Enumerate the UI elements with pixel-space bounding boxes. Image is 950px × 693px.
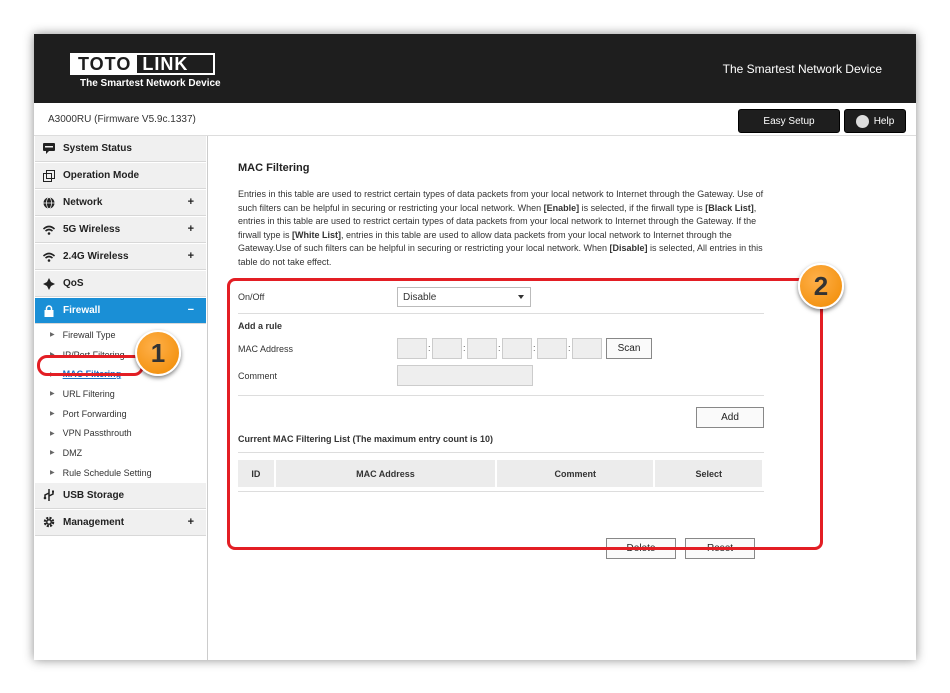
bullet-icon: ▶ <box>50 411 55 418</box>
page-description: Entries in this table are used to restri… <box>238 188 768 269</box>
sidebar-item-operation-mode[interactable]: Operation Mode <box>35 163 206 189</box>
bullet-icon: ▶ <box>50 391 55 398</box>
collapse-icon: − <box>187 304 194 316</box>
header-tagline: The Smartest Network Device <box>722 62 882 76</box>
sidebar-item-system-status[interactable]: System Status <box>35 136 206 162</box>
sidebar-item-5g-wireless[interactable]: 5G Wireless + <box>35 217 206 243</box>
sidebar-subitem-url-filtering[interactable]: ▶ URL Filtering <box>34 384 207 404</box>
description-segment: [Enable] <box>543 202 580 213</box>
sidebar-subitem-rule-schedule[interactable]: ▶ Rule Schedule Setting <box>34 463 207 483</box>
highlight-box-form <box>227 278 823 550</box>
sidebar-subitem-port-forwarding[interactable]: ▶ Port Forwarding <box>34 404 207 424</box>
description-segment: [Disable] <box>609 243 648 253</box>
expand-icon: + <box>187 515 194 528</box>
mode-icon <box>43 169 55 182</box>
logo-text-right: LINK <box>142 53 189 74</box>
help-button[interactable]: Help <box>844 109 906 133</box>
sidebar-item-firewall[interactable]: Firewall − <box>35 298 206 324</box>
router-admin-window: TOTO LINK The Smartest Network Device Th… <box>34 34 916 660</box>
description-segment: is selected, if the firwall type is <box>579 202 706 213</box>
logo-subtitle: The Smartest Network Device <box>80 78 221 89</box>
usb-icon <box>43 489 55 501</box>
sidebar-item-2-4g-wireless[interactable]: 2.4G Wireless + <box>35 244 206 270</box>
sidebar-item-usb-storage[interactable]: USB Storage <box>35 482 206 509</box>
chat-icon <box>43 143 55 155</box>
firmware-label: A3000RU (Firmware V5.9c.1337) <box>48 114 196 125</box>
help-icon <box>855 114 869 128</box>
highlight-pill-mac-filtering <box>37 355 144 376</box>
sidebar-subitem-vpn-passthrouth[interactable]: ▶ VPN Passthrouth <box>34 423 207 443</box>
globe-icon <box>43 196 55 209</box>
step-badge-2: 2 <box>798 263 844 309</box>
sidebar-subitem-firewall-type[interactable]: ▶ Firewall Type <box>34 325 207 345</box>
subheader-bar: A3000RU (Firmware V5.9c.1337) Easy Setup… <box>34 103 916 136</box>
totolink-logo: TOTO LINK The Smartest Network Device <box>70 53 221 89</box>
header-bar: TOTO LINK The Smartest Network Device Th… <box>34 34 916 103</box>
bullet-icon: ▶ <box>50 470 55 477</box>
sidebar: System Status Operation Mode Network + 5… <box>34 136 208 660</box>
description-segment: [Black List] <box>705 202 754 213</box>
qos-icon <box>43 277 55 290</box>
main-content: MAC Filtering Entries in this table are … <box>238 162 768 269</box>
expand-icon: + <box>187 250 194 262</box>
help-label: Help <box>873 115 895 127</box>
step-badge-1: 1 <box>135 330 181 376</box>
sidebar-item-network[interactable]: Network + <box>35 190 206 216</box>
wifi-icon <box>43 224 55 236</box>
page-title: MAC Filtering <box>238 162 310 174</box>
gear-icon <box>43 516 55 528</box>
expand-icon: + <box>187 196 194 208</box>
bullet-icon: ▶ <box>50 332 55 339</box>
wifi-icon <box>43 251 55 263</box>
lock-icon <box>43 304 55 317</box>
sidebar-subitem-dmz[interactable]: ▶ DMZ <box>34 443 207 463</box>
sidebar-item-management[interactable]: Management + <box>35 509 206 536</box>
bullet-icon: ▶ <box>50 450 55 457</box>
logo-text-left: TOTO <box>72 54 138 74</box>
bullet-icon: ▶ <box>50 430 55 437</box>
sidebar-item-qos[interactable]: QoS <box>35 271 206 297</box>
easy-setup-button[interactable]: Easy Setup <box>738 109 840 133</box>
expand-icon: + <box>187 223 194 235</box>
description-segment: [White List] <box>292 229 342 240</box>
